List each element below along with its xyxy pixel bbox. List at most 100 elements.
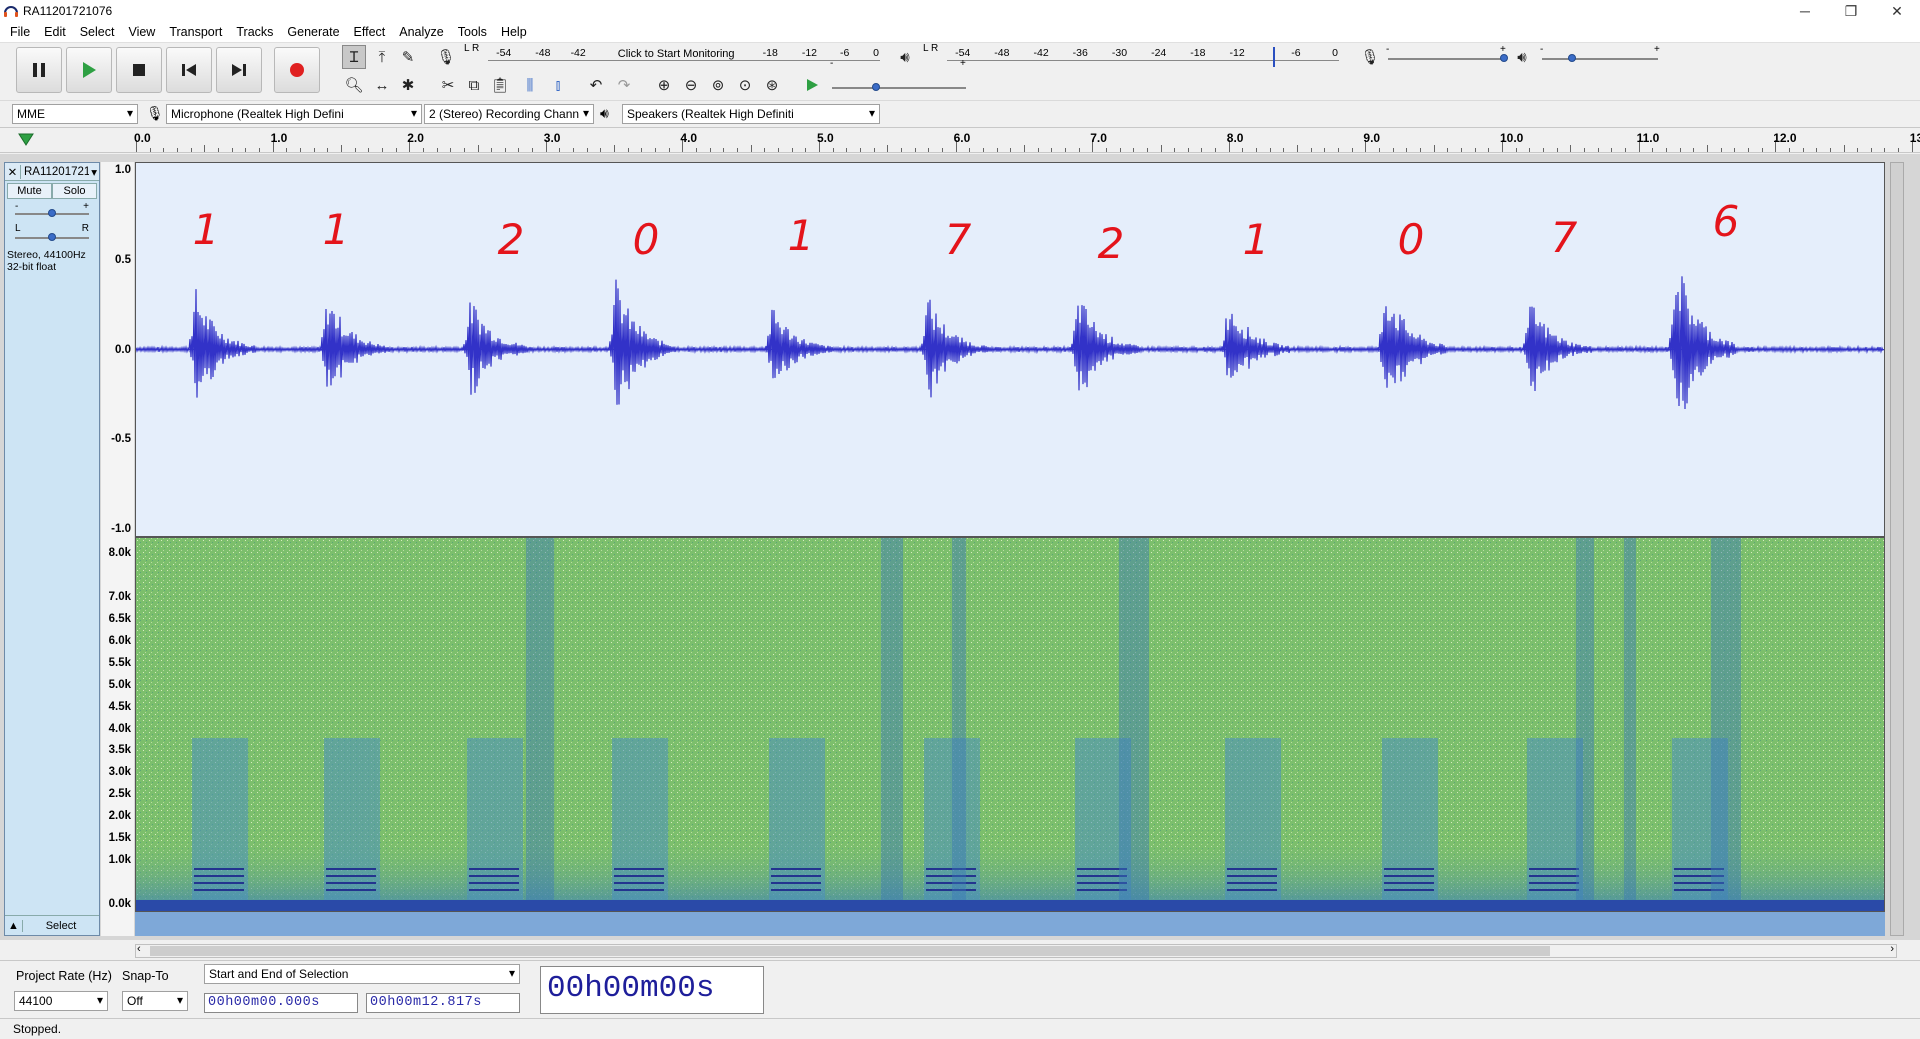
click-to-start-monitoring[interactable]: Click to Start Monitoring bbox=[618, 48, 735, 60]
snap-to-select[interactable]: Off bbox=[122, 991, 188, 1011]
copy-button[interactable]: ⧉ bbox=[462, 73, 486, 97]
close-button[interactable]: ✕ bbox=[1874, 0, 1920, 22]
spectrogram-harmonic bbox=[1227, 875, 1277, 877]
skip-to-start-button[interactable] bbox=[166, 47, 212, 93]
zoom-toggle-button[interactable]: ⊛ bbox=[760, 73, 784, 97]
close-track-icon[interactable]: ✕ bbox=[5, 164, 21, 179]
meter-tick: -18 bbox=[762, 47, 778, 59]
copy-icon: ⧉ bbox=[468, 76, 480, 94]
ruler-minor-tick bbox=[1283, 148, 1285, 152]
track-select-button[interactable]: ▲ Select bbox=[5, 915, 99, 935]
zoom-in-button[interactable]: ⊕ bbox=[652, 73, 676, 97]
solo-button[interactable]: Solo bbox=[52, 183, 97, 199]
maximize-button[interactable]: ❐ bbox=[1828, 0, 1874, 22]
audacity-logo-icon bbox=[4, 6, 18, 17]
horizontal-scrollbar[interactable]: ‹ › bbox=[135, 943, 1897, 958]
ruler-minor-tick bbox=[859, 148, 861, 152]
menu-select[interactable]: Select bbox=[73, 25, 122, 39]
track-format: Stereo, 44100Hz bbox=[7, 249, 86, 261]
recording-device-select[interactable]: Microphone (Realtek High Defini bbox=[166, 104, 422, 124]
scroll-left-icon[interactable]: ‹ bbox=[137, 943, 141, 955]
vertical-scrollbar[interactable] bbox=[1890, 162, 1904, 936]
project-rate-select[interactable]: 44100 bbox=[14, 991, 108, 1011]
spectrogram-harmonic bbox=[1529, 875, 1579, 877]
menu-view[interactable]: View bbox=[121, 25, 162, 39]
selection-tool[interactable]: Ɪ bbox=[342, 45, 366, 69]
silence-audio-button[interactable]: ⫾ bbox=[546, 73, 570, 97]
waveform-view[interactable]: 1 1 2 0 1 7 2 1 0 7 6 bbox=[135, 162, 1885, 537]
minimize-button[interactable]: ─ bbox=[1782, 0, 1828, 22]
time-shift-tool[interactable]: ↔ bbox=[370, 73, 394, 97]
stop-button[interactable] bbox=[116, 47, 162, 93]
menu-generate[interactable]: Generate bbox=[280, 25, 346, 39]
status-bar: Stopped. bbox=[0, 1018, 1920, 1039]
record-meter-button[interactable]: 🎙︎ bbox=[434, 45, 458, 69]
recording-channels-select[interactable]: 2 (Stereo) Recording Chann bbox=[424, 104, 594, 124]
menu-tools[interactable]: Tools bbox=[451, 25, 494, 39]
recording-volume-slider[interactable] bbox=[1500, 54, 1508, 62]
cut-button[interactable]: ✂ bbox=[436, 73, 460, 97]
ruler-minor-tick bbox=[436, 148, 438, 152]
gain-slider[interactable] bbox=[48, 209, 56, 217]
play-button[interactable] bbox=[66, 47, 112, 93]
track-area: ✕ RA11201721 ▾ Mute Solo - + L R Stereo,… bbox=[0, 154, 1920, 940]
ruler-label: 10.0 bbox=[1500, 131, 1524, 145]
pan-slider[interactable] bbox=[48, 233, 56, 241]
menu-help[interactable]: Help bbox=[494, 25, 534, 39]
redo-button[interactable]: ↷ bbox=[612, 73, 636, 97]
meter-tick: -42 bbox=[570, 47, 586, 59]
chevron-down-icon[interactable]: ▾ bbox=[89, 165, 99, 179]
menu-tracks[interactable]: Tracks bbox=[229, 25, 280, 39]
play-at-speed-button[interactable] bbox=[800, 73, 824, 97]
envelope-tool[interactable]: ⤒ bbox=[370, 45, 394, 69]
multi-tool[interactable]: ✱ bbox=[396, 73, 420, 97]
ruler-minor-tick bbox=[914, 148, 916, 152]
scroll-right-icon[interactable]: › bbox=[1890, 943, 1894, 955]
playback-meter[interactable]: L R -54 -48 -42 -36 -30 -24 -18 -12 -6 0 bbox=[921, 44, 1339, 69]
record-meter[interactable]: L R -54 -48 -42 Click to Start Monitorin… bbox=[462, 44, 880, 69]
ruler-minor-tick bbox=[299, 148, 301, 152]
zoom-out-button[interactable]: ⊖ bbox=[679, 73, 703, 97]
selection-mode-select[interactable]: Start and End of Selection bbox=[204, 964, 520, 984]
ruler-label: 5.0 bbox=[817, 131, 834, 145]
pause-button[interactable] bbox=[16, 47, 62, 93]
device-toolbar: MME 🎙︎ Microphone (Realtek High Defini 2… bbox=[0, 100, 1920, 126]
play-speed-slider[interactable] bbox=[872, 83, 880, 91]
ruler-minor-tick bbox=[928, 148, 930, 152]
menu-analyze[interactable]: Analyze bbox=[392, 25, 450, 39]
ruler-minor-tick bbox=[149, 148, 151, 152]
menu-edit[interactable]: Edit bbox=[37, 25, 73, 39]
undo-button[interactable]: ↶ bbox=[584, 73, 608, 97]
collapse-track-icon[interactable]: ▲ bbox=[5, 919, 23, 932]
fit-project-button[interactable]: ⊙ bbox=[733, 73, 757, 97]
menu-file[interactable]: File bbox=[3, 25, 37, 39]
recording-volume-track bbox=[1388, 58, 1504, 60]
horizontal-scroll-thumb[interactable] bbox=[150, 946, 1550, 956]
menu-effect[interactable]: Effect bbox=[347, 25, 393, 39]
ruler-minor-tick bbox=[1474, 148, 1476, 152]
playback-volume-slider[interactable] bbox=[1568, 54, 1576, 62]
timeline-ruler[interactable]: 0.0 1.0 2.0 3.0 4.0 5.0 6.0 7.0 8.0 9.0 10.0 11.0 12… bbox=[0, 127, 1920, 153]
timeline-quick-play-icon[interactable] bbox=[18, 133, 34, 147]
audio-host-select[interactable]: MME bbox=[12, 104, 138, 124]
track-name-menu[interactable]: RA11201721 bbox=[21, 166, 89, 178]
record-button[interactable] bbox=[274, 47, 320, 93]
playback-device-select[interactable]: Speakers (Realtek High Definiti bbox=[622, 104, 880, 124]
playback-meter-button[interactable]: 🔊︎ bbox=[893, 45, 917, 69]
mute-button[interactable]: Mute bbox=[7, 183, 52, 199]
ruler-minor-tick bbox=[1133, 148, 1135, 152]
fit-selection-button[interactable]: ⊚ bbox=[706, 73, 730, 97]
menu-transport[interactable]: Transport bbox=[162, 25, 229, 39]
audio-position-time[interactable]: 00h00m00s bbox=[540, 966, 764, 1014]
vertical-scale[interactable]: 1.0 0.5 0.0 -0.5 -1.0 8.0k 7.0k 6.5k 6.0k 5.5k 5.0… bbox=[101, 162, 134, 936]
draw-tool[interactable]: ✎ bbox=[396, 45, 420, 69]
selection-toolbar: Project Rate (Hz) 44100 Snap-To Off Star… bbox=[0, 960, 1920, 1018]
undo-icon: ↶ bbox=[589, 77, 603, 94]
selection-end-time[interactable]: 00h00m12.817s bbox=[366, 993, 520, 1013]
skip-to-end-button[interactable] bbox=[216, 47, 262, 93]
paste-button[interactable]: 📋︎ bbox=[488, 73, 512, 97]
selection-start-time[interactable]: 00h00m00.000s bbox=[204, 993, 358, 1013]
spectrogram-view[interactable] bbox=[135, 537, 1885, 912]
zoom-tool[interactable]: 🔍︎ bbox=[342, 73, 366, 97]
trim-audio-button[interactable]: ⫼ bbox=[518, 73, 542, 97]
